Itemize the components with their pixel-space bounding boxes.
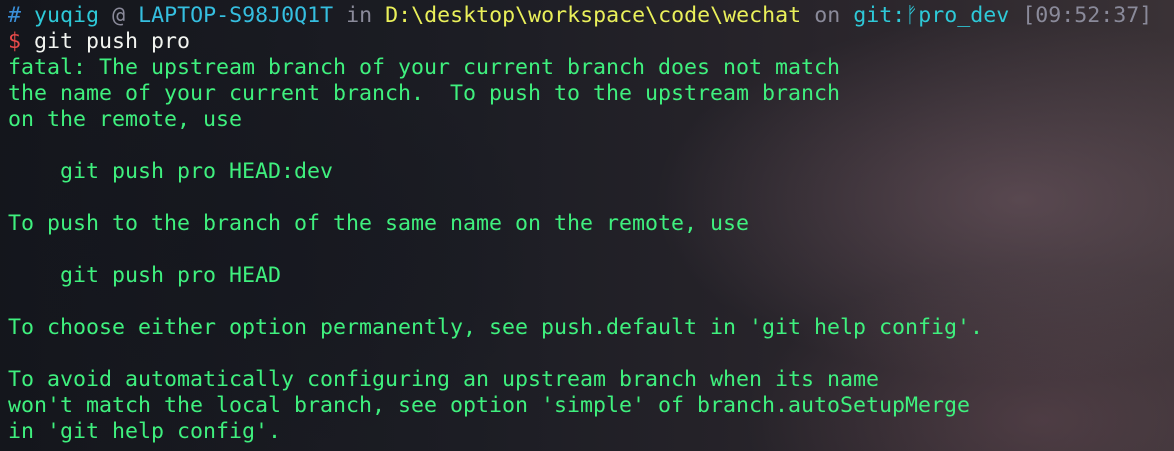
output-line: git push pro HEAD	[8, 263, 282, 288]
prompt-dollar: $	[8, 29, 22, 54]
prompt-hash: #	[8, 3, 22, 28]
output-line: To push to the branch of the same name o…	[8, 211, 750, 236]
output-line: in 'git help config'.	[8, 419, 282, 444]
prompt-host: LAPTOP-S98J0Q1T	[138, 3, 334, 28]
output-line: the name of your current branch. To push…	[8, 81, 841, 106]
prompt-time: [09:52:37]	[1022, 3, 1153, 28]
output-line: fatal: The upstream branch of your curre…	[8, 55, 841, 80]
prompt-at: @	[112, 3, 126, 28]
prompt-user: yuqig	[34, 3, 100, 28]
prompt-branch: pro_dev	[918, 3, 1010, 28]
command-text: git push pro	[34, 29, 191, 54]
output-line: To avoid automatically configuring an up…	[8, 367, 880, 392]
prompt-line: # yuqig @ LAPTOP-S98J0Q1T in D:\desktop\…	[8, 3, 1152, 29]
output-line: won't match the local branch, see option…	[8, 393, 971, 418]
prompt-in: in	[346, 3, 373, 28]
output-line: git push pro HEAD:dev	[8, 159, 334, 184]
output-line: To choose either option permanently, see…	[8, 315, 984, 340]
prompt-git-label: git:	[853, 3, 906, 28]
prompt-on: on	[814, 3, 841, 28]
command-line[interactable]: $ git push pro	[8, 29, 190, 55]
terminal-window[interactable]: # yuqig @ LAPTOP-S98J0Q1T in D:\desktop\…	[0, 0, 1174, 451]
output-line: on the remote, use	[8, 107, 243, 132]
prompt-path: D:\desktop\workspace\code\wechat	[385, 3, 802, 28]
branch-icon: ᚠ	[905, 3, 919, 28]
